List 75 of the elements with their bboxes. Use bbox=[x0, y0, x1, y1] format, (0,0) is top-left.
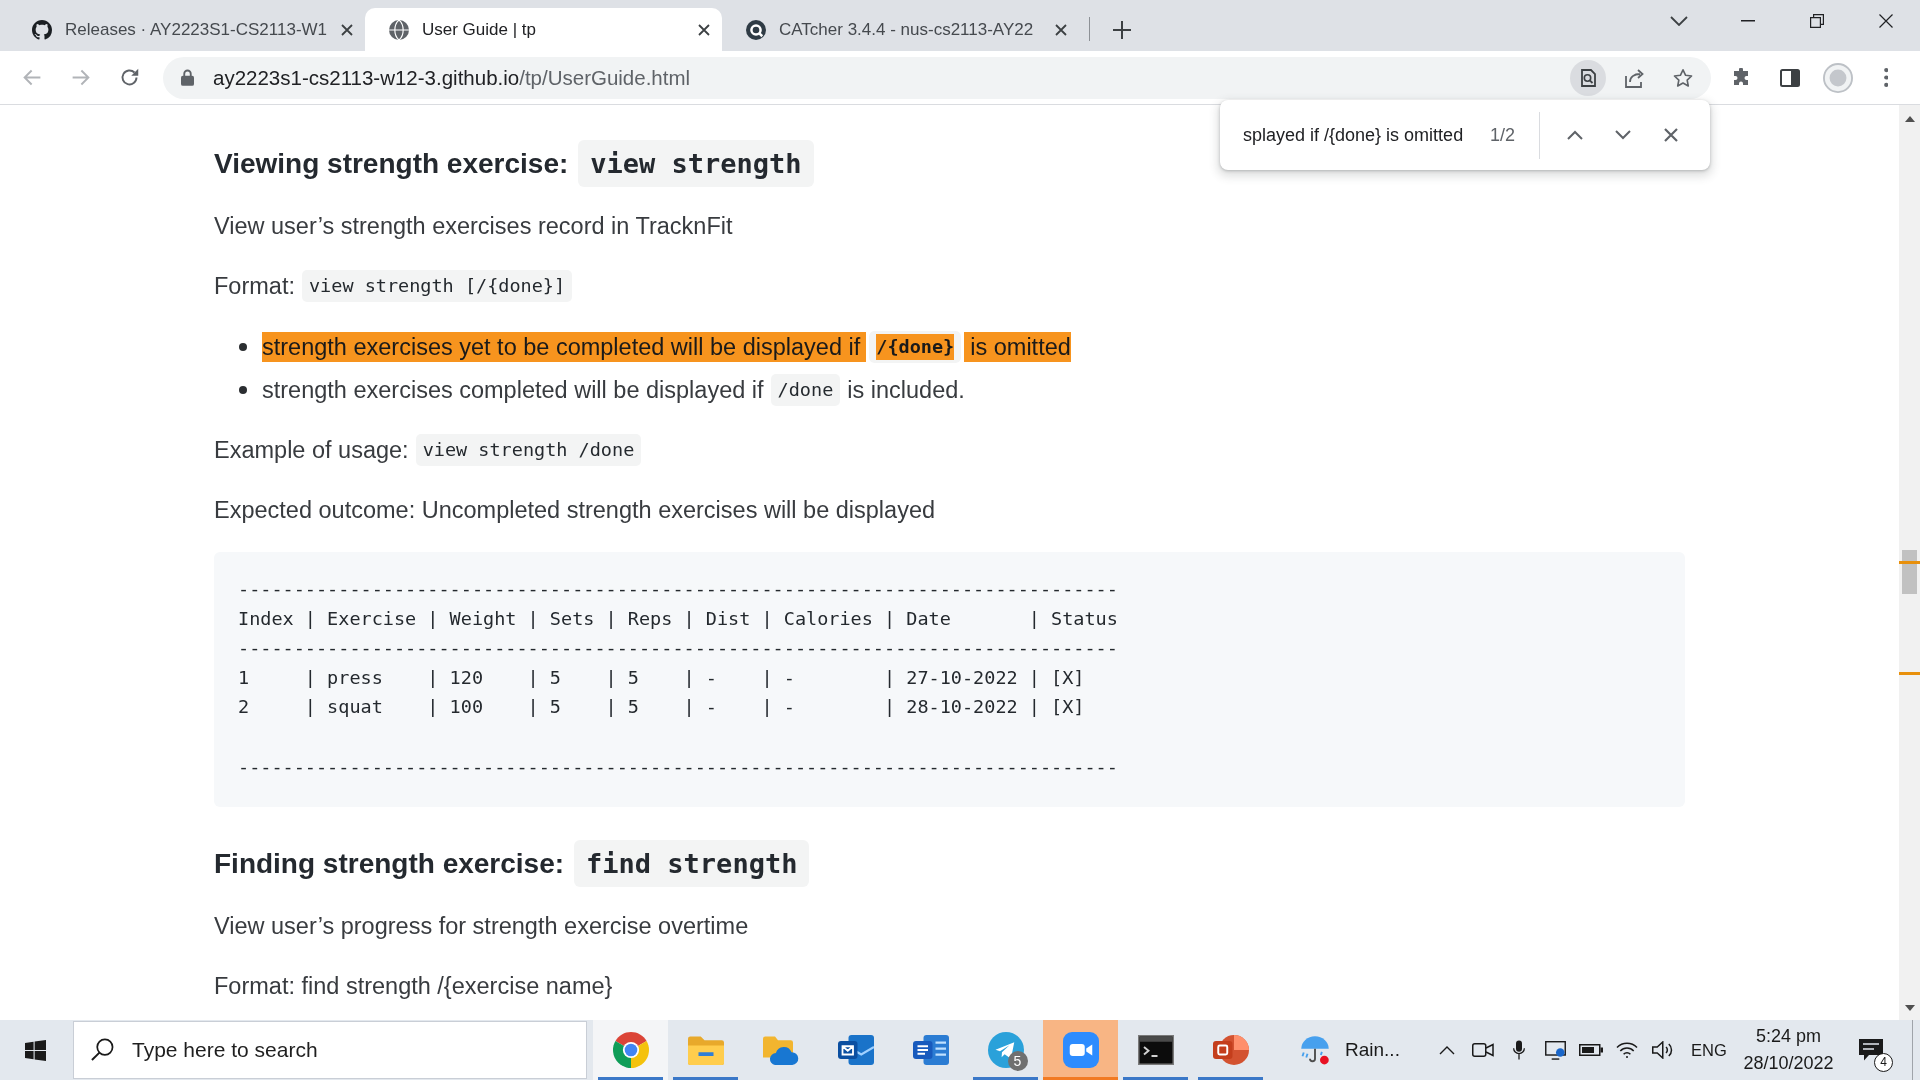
url-text[interactable]: ay2223s1-cs2113-w12-3.github.io/tp/UserGuide.html bbox=[213, 65, 691, 90]
body-text: Expected outcome: Uncompleted strength exercises will be displayed bbox=[214, 496, 936, 525]
body-text: View user’s progress for strength exercise overtime bbox=[214, 912, 749, 942]
body-text: is omitted bbox=[964, 332, 1071, 362]
minimize-icon[interactable] bbox=[1740, 20, 1755, 22]
badge-count: 4 bbox=[1874, 1053, 1893, 1072]
inline-code: find strength bbox=[574, 840, 810, 888]
find-field[interactable]: splayed if /{done} is omitted bbox=[1243, 124, 1469, 146]
section-heading: Viewing strength exercise: bbox=[214, 147, 569, 180]
browser-icon bbox=[612, 1032, 649, 1068]
wifi-icon[interactable] bbox=[1616, 1042, 1638, 1058]
plus-icon[interactable] bbox=[1113, 21, 1131, 39]
weather-button[interactable]: Rain... bbox=[1290, 1020, 1429, 1080]
close-icon[interactable] bbox=[1878, 14, 1893, 28]
windows-logo-icon[interactable] bbox=[24, 1039, 46, 1061]
monitor-icon[interactable] bbox=[1544, 1040, 1566, 1060]
down-arrow-icon[interactable] bbox=[1904, 1005, 1915, 1011]
inline-code: view strength /done bbox=[415, 434, 642, 466]
camera-icon[interactable] bbox=[1472, 1043, 1494, 1057]
close-icon[interactable] bbox=[341, 23, 353, 36]
language-indicator[interactable]: ENG bbox=[1691, 1040, 1727, 1060]
body-text: strength exercises yet to be completed will be displayed if bbox=[262, 332, 867, 362]
microphone-icon[interactable] bbox=[1513, 1040, 1525, 1060]
search-field[interactable]: Type here to search bbox=[73, 1021, 587, 1079]
page-search-icon[interactable] bbox=[1569, 59, 1606, 96]
section-heading: Finding strength exercise: bbox=[214, 847, 565, 880]
match-count: 1/2 bbox=[1490, 124, 1516, 146]
globe-icon bbox=[389, 19, 409, 40]
body-text: is included. bbox=[847, 376, 965, 405]
battery-icon[interactable] bbox=[1579, 1044, 1603, 1056]
address-bar[interactable]: ay2223s1-cs2113-w12-3.github.io/tp/UserGuide.html bbox=[163, 56, 1711, 99]
clock-date[interactable]: 28/10/2022 bbox=[1743, 1050, 1834, 1077]
tab[interactable]: User Guide | tp bbox=[365, 8, 722, 51]
cat-logo-icon bbox=[32, 19, 52, 40]
restore-icon[interactable] bbox=[1809, 14, 1824, 28]
ring-logo-icon bbox=[746, 19, 766, 40]
body-text: Format: find strength /{exercise name} bbox=[214, 972, 613, 1002]
star-icon[interactable] bbox=[1672, 67, 1693, 88]
bullet-icon bbox=[239, 343, 247, 351]
inline-code: /done bbox=[770, 374, 841, 406]
marker-icon bbox=[1899, 672, 1920, 675]
close-icon[interactable] bbox=[1055, 23, 1067, 36]
umbrella-icon bbox=[1300, 1035, 1330, 1065]
search-icon bbox=[91, 1038, 114, 1061]
code-block: ------------------------------------------------------------------------------- Index | Exercise | Weight | Sets | Reps | Dist | Calories | Date | Status ------------------------------------------------------------------------------- 1 | press | 120 | 5 | 5 | - | - | 27-10-2022 | [X] 2 | squat | 100 | 5 | 5 | - | - | 28-10-2022 | [X] ------------------------------------------------------------------------------- bbox=[214, 552, 1685, 808]
slides-app-icon bbox=[1212, 1032, 1249, 1068]
body-text: Format: bbox=[214, 272, 295, 301]
chevron-down-icon[interactable] bbox=[1670, 16, 1688, 26]
tab[interactable]: Releases · AY2223S1-CS2113-W1 bbox=[8, 8, 365, 51]
chevron-up-icon[interactable] bbox=[1439, 1045, 1455, 1055]
body-text: Example of usage: bbox=[214, 436, 409, 465]
body-text: View user’s strength exercises record in TracknFit bbox=[214, 212, 733, 241]
side-panel-icon[interactable] bbox=[1780, 67, 1800, 88]
tab[interactable]: CATcher 3.4.4 - nus-cs2113-AY22 bbox=[722, 8, 1079, 51]
video-camera-icon bbox=[1062, 1032, 1099, 1068]
speaker-icon[interactable] bbox=[1652, 1041, 1674, 1059]
menu-icon[interactable] bbox=[1883, 68, 1889, 87]
lock-icon[interactable] bbox=[181, 69, 194, 86]
bullet-icon bbox=[239, 386, 247, 394]
close-icon[interactable] bbox=[698, 23, 710, 36]
body-text: strength exercises completed will be displayed if bbox=[262, 376, 764, 405]
terminal-icon bbox=[1137, 1032, 1174, 1068]
inline-code: view strength bbox=[578, 140, 814, 187]
close-icon[interactable] bbox=[1664, 128, 1679, 142]
clock-time[interactable]: 5:24 pm bbox=[1755, 1023, 1821, 1050]
inline-code: view strength [/{done}] bbox=[301, 270, 573, 302]
chevron-down-icon[interactable] bbox=[1615, 130, 1632, 140]
marker-icon bbox=[1899, 561, 1920, 564]
scrollbar[interactable] bbox=[1899, 105, 1920, 1020]
mail-app-icon bbox=[837, 1032, 874, 1068]
chevron-up-icon[interactable] bbox=[1567, 130, 1584, 140]
scrollbar-thumb[interactable] bbox=[1902, 550, 1917, 594]
document-app-icon bbox=[912, 1032, 949, 1068]
up-arrow-icon[interactable] bbox=[1904, 116, 1915, 122]
share-icon[interactable] bbox=[1625, 67, 1645, 88]
